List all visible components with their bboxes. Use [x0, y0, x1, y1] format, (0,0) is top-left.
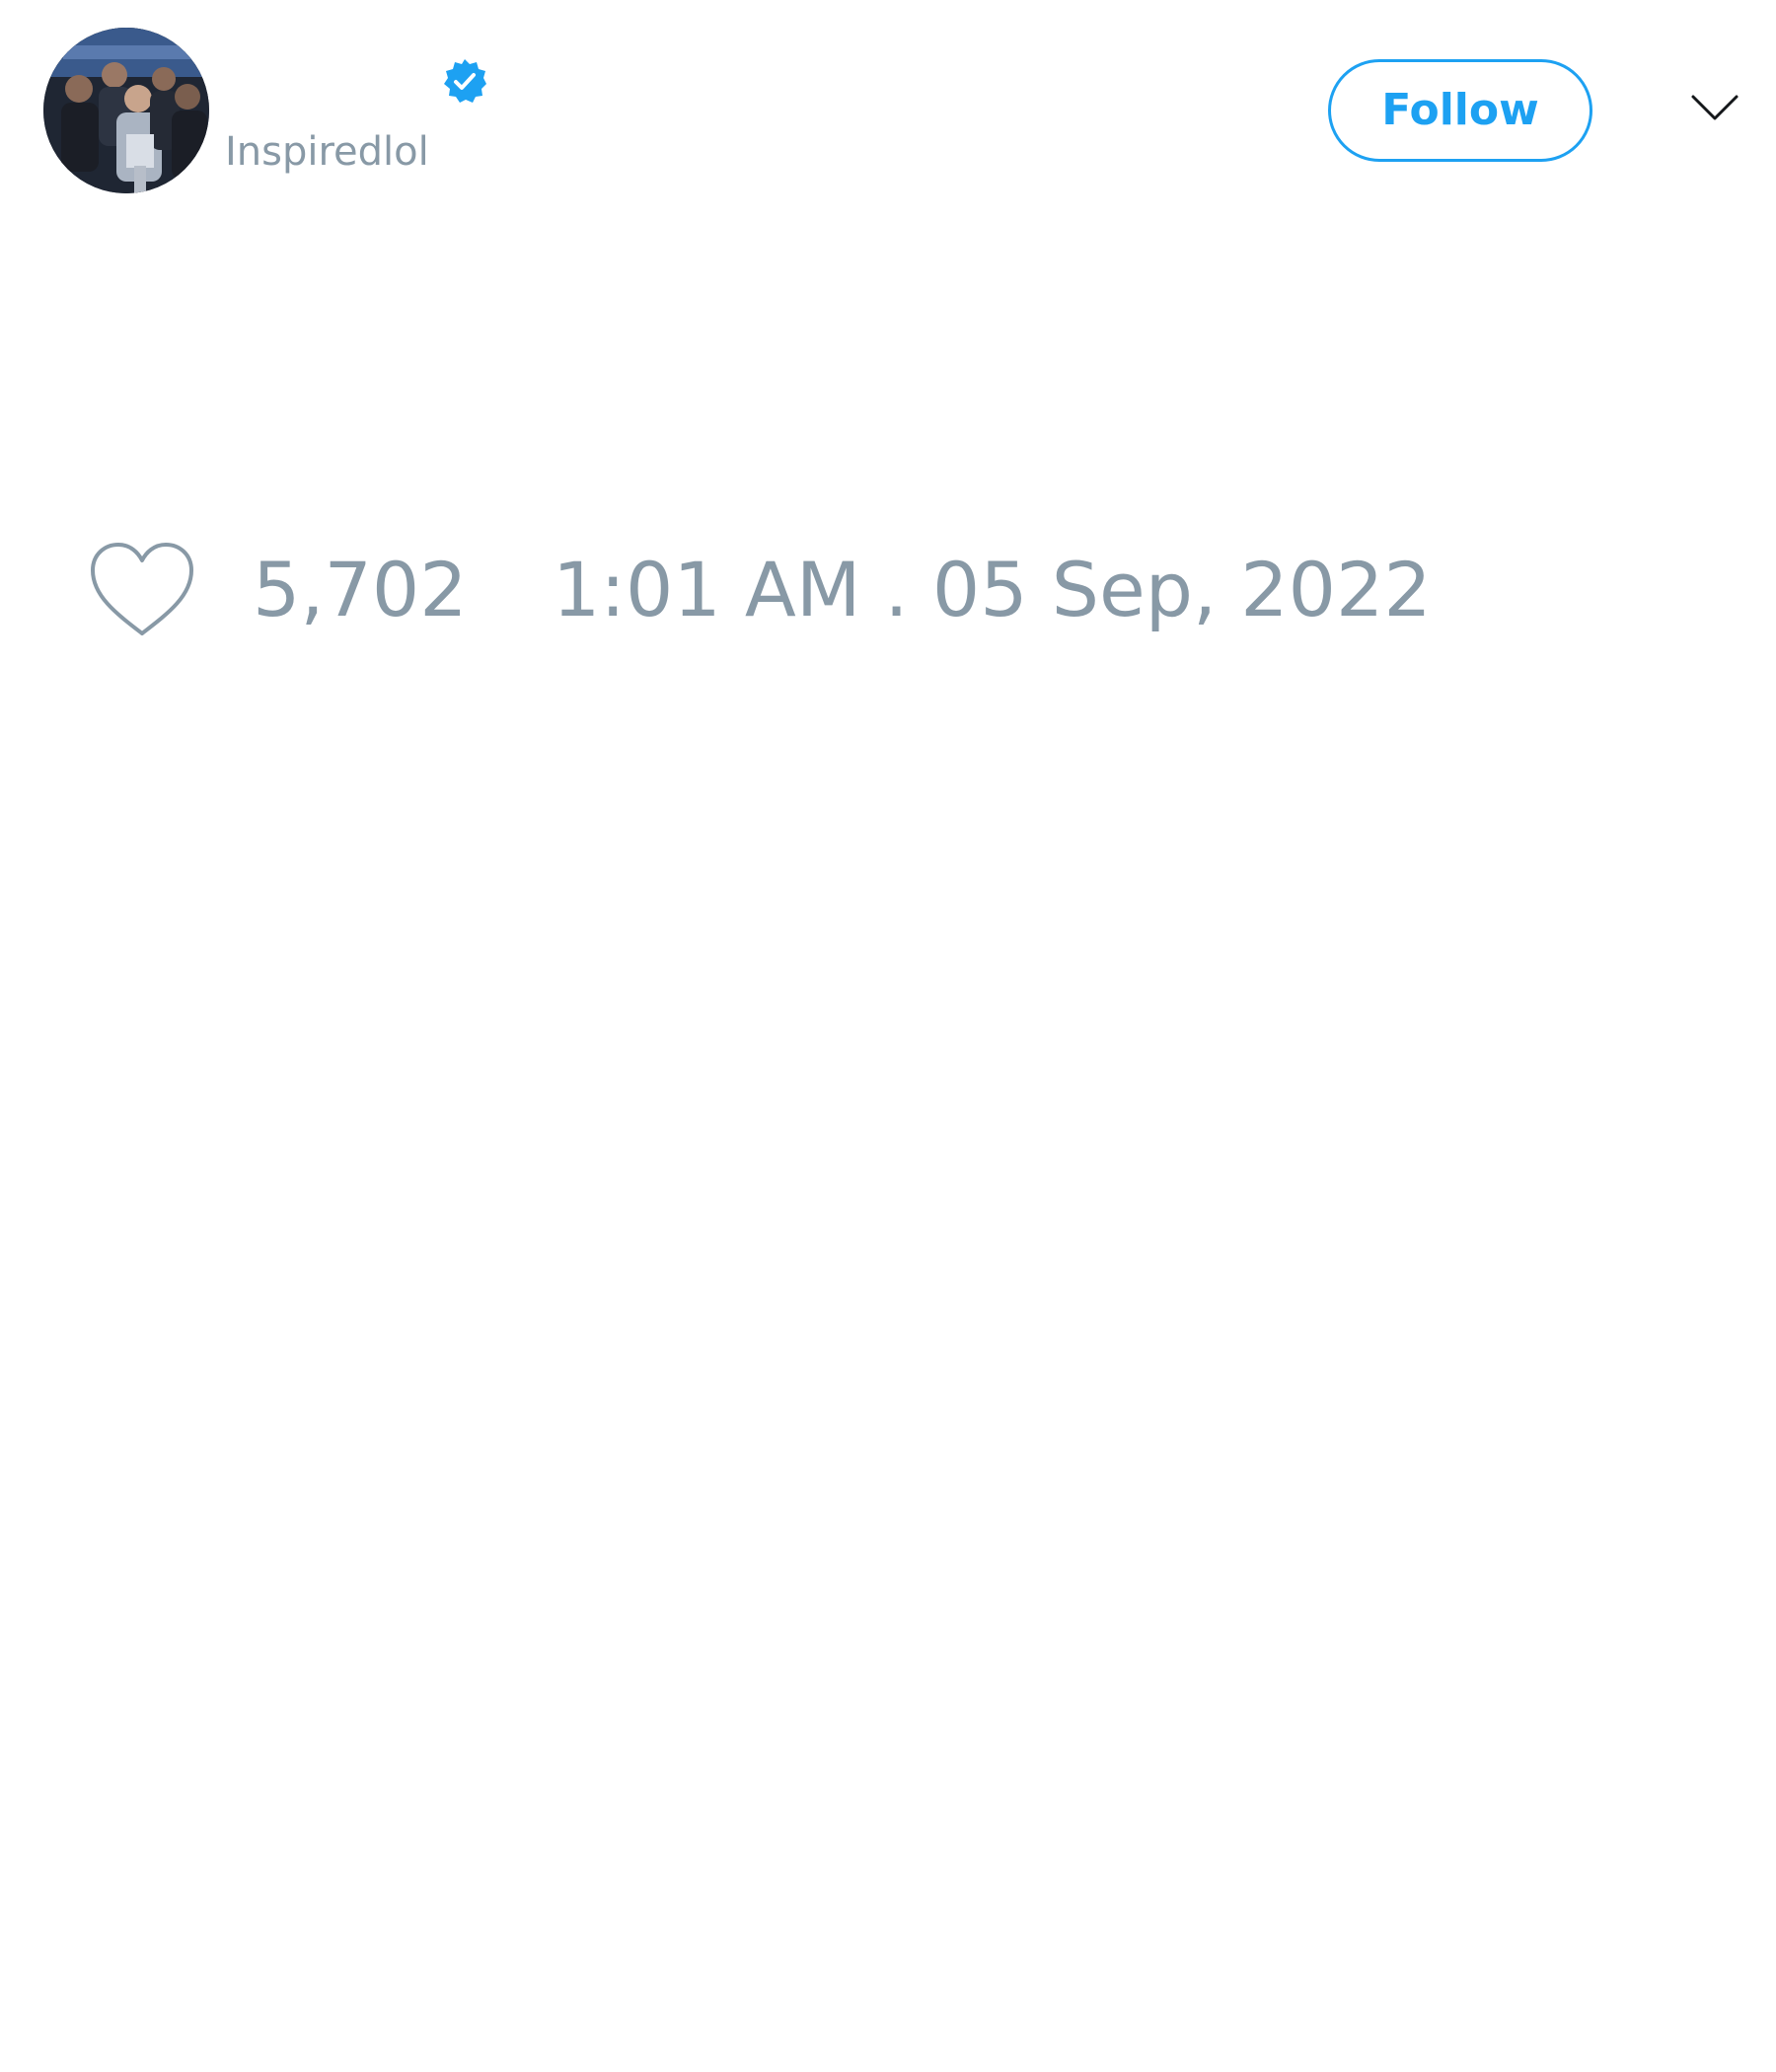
tweet-embed: Inspiredlol Follow 5,702 1:01 AM . 05 Se…	[0, 0, 1776, 2072]
follow-button[interactable]: Follow	[1328, 59, 1592, 162]
avatar-image	[43, 28, 209, 193]
tweet-timestamp[interactable]: 1:01 AM . 05 Sep, 2022	[553, 549, 1432, 631]
verified-badge-icon	[441, 57, 488, 105]
chevron-down-icon[interactable]	[1689, 87, 1740, 126]
heart-icon[interactable]	[87, 539, 197, 639]
avatar[interactable]	[43, 28, 209, 193]
like-count: 5,702	[253, 546, 468, 633]
user-handle[interactable]: Inspiredlol	[225, 124, 429, 180]
